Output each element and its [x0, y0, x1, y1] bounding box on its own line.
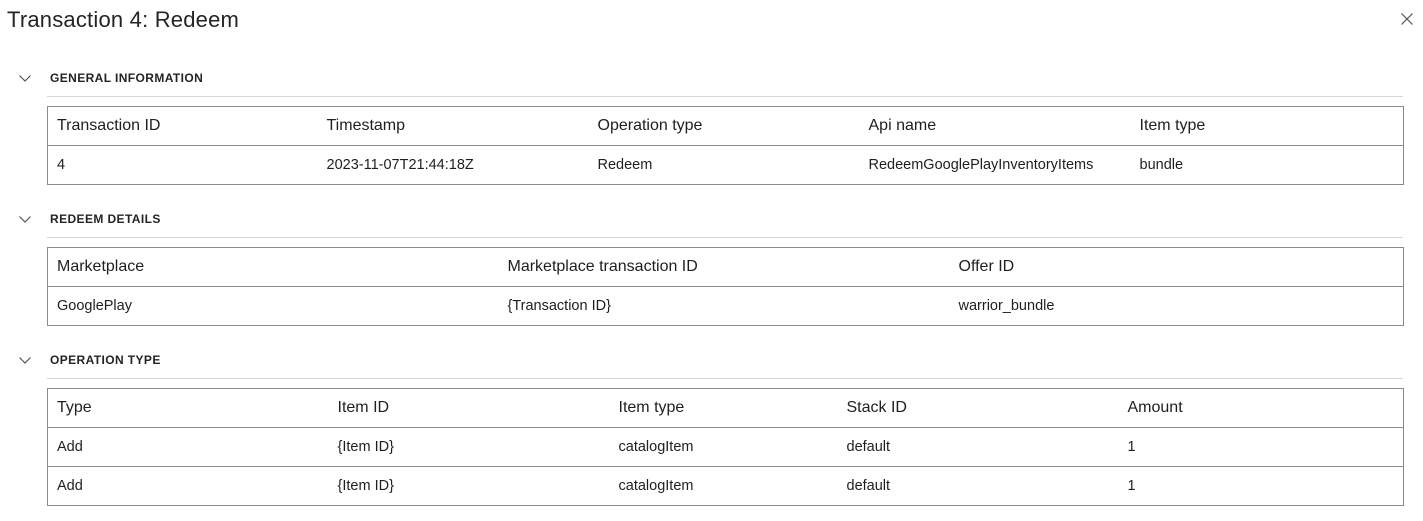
section-toggle-general-information[interactable]: GENERAL INFORMATION — [17, 68, 203, 88]
column-header: Marketplace — [47, 247, 499, 287]
table-cell: default — [837, 427, 1119, 467]
table-cell: 1 — [1118, 427, 1404, 467]
section-title-general-information: GENERAL INFORMATION — [50, 71, 204, 85]
section-divider — [47, 96, 1403, 97]
column-header: Api name — [859, 106, 1131, 146]
table-header-row: Transaction ID Timestamp Operation type … — [47, 106, 1404, 146]
table-row: GooglePlay {Transaction ID} warrior_bund… — [48, 287, 1404, 326]
table-cell: {Transaction ID} — [507, 298, 611, 314]
table-cell: {Item ID} — [328, 427, 610, 467]
column-header: Operation type — [588, 106, 860, 146]
table-cell: RedeemGooglePlayInventoryItems — [868, 157, 1094, 173]
column-header: Transaction ID — [47, 106, 318, 146]
column-header: Marketplace transaction ID — [498, 247, 950, 287]
table-row: Add {Item ID} catalogItem default 1 — [47, 427, 1404, 467]
close-icon — [1401, 13, 1413, 25]
table-cell: warrior_bundle — [958, 298, 1055, 314]
table-cell: 4 — [57, 157, 66, 173]
column-header: Type — [47, 388, 329, 428]
dialog-title: Transaction 4: Redeem — [7, 7, 240, 32]
section-toggle-redeem-details[interactable]: REDEEM DETAILS — [17, 209, 160, 229]
table-header-row: Marketplace Marketplace transaction ID O… — [47, 247, 1404, 287]
chevron-down-icon — [19, 75, 31, 82]
section-toggle-operation-type[interactable]: OPERATION TYPE — [17, 350, 160, 370]
section-divider — [47, 378, 1403, 379]
table-cell: catalogItem — [618, 478, 694, 494]
column-header: Offer ID — [949, 247, 1404, 287]
column-header: Item type — [609, 388, 838, 428]
table-cell: Add — [57, 478, 83, 494]
section-title-operation-type: OPERATION TYPE — [50, 353, 161, 367]
table-row: 4 2023-11-07T21:44:18Z Redeem RedeemGoog… — [48, 146, 1404, 185]
table-header-row: Type Item ID Item type Stack ID Amount — [47, 388, 1404, 428]
table-row: Add {Item ID} catalogItem default 1 — [48, 467, 1404, 506]
chevron-down-icon — [19, 216, 31, 223]
close-button[interactable] — [1399, 11, 1415, 27]
table-cell: 1 — [1127, 478, 1136, 494]
column-header: Stack ID — [837, 388, 1119, 428]
operation-type-table: Type Item ID Item type Stack ID Amount A… — [47, 388, 1404, 506]
table-cell: Add — [47, 427, 329, 467]
table-cell: catalogItem — [609, 427, 838, 467]
table-cell: bundle — [1139, 157, 1184, 173]
section-title-redeem-details: REDEEM DETAILS — [50, 212, 161, 226]
redeem-details-table: Marketplace Marketplace transaction ID O… — [47, 247, 1404, 326]
table-cell: 2023-11-07T21:44:18Z — [326, 157, 474, 173]
column-header: Timestamp — [317, 106, 589, 146]
column-header: Amount — [1118, 388, 1404, 428]
general-information-table: Transaction ID Timestamp Operation type … — [47, 106, 1404, 185]
section-divider — [47, 237, 1403, 238]
table-cell: GooglePlay — [57, 298, 132, 314]
column-header: Item ID — [328, 388, 610, 428]
chevron-down-icon — [19, 357, 31, 364]
table-cell: {Item ID} — [337, 478, 394, 494]
column-header: Item type — [1130, 106, 1404, 146]
table-cell: default — [846, 478, 891, 494]
table-cell: Redeem — [597, 157, 653, 173]
